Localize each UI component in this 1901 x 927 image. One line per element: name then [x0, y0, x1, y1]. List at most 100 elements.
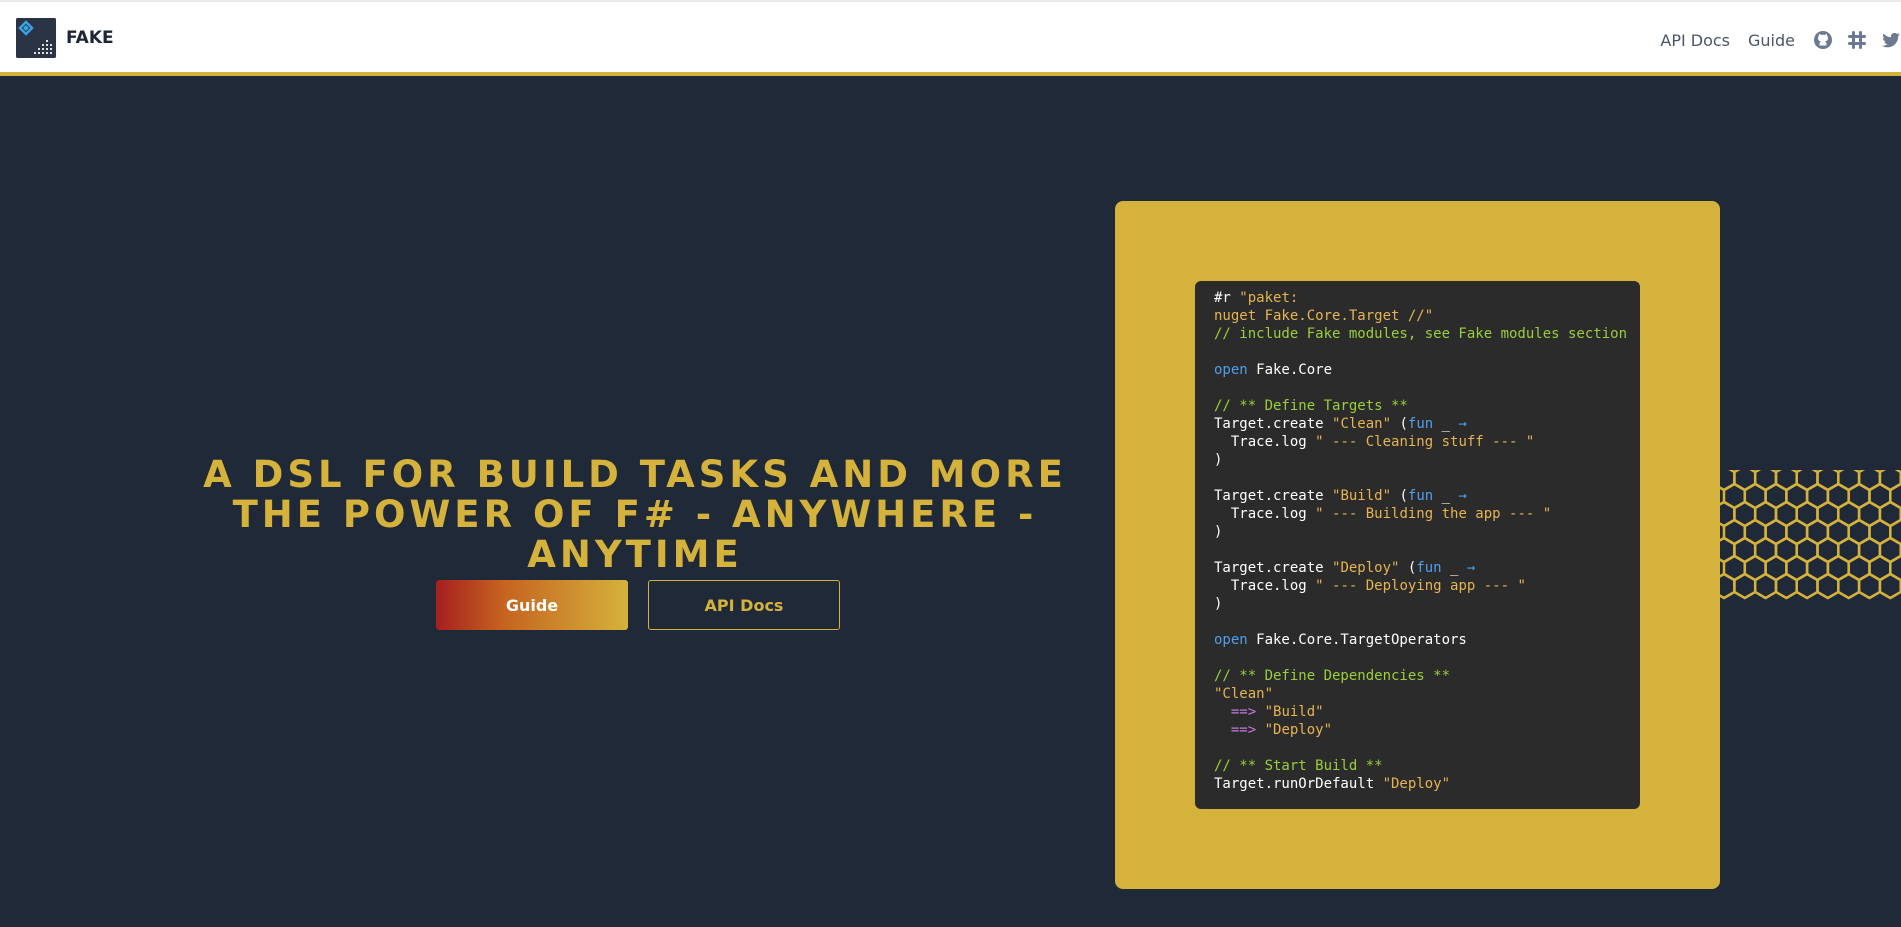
code-token: →: [1458, 416, 1467, 432]
nav-api-docs-link[interactable]: API Docs: [1660, 31, 1730, 50]
code-line: Trace.log " --- Building the app --- ": [1214, 505, 1640, 523]
hero-title-line-2: THE POWER OF F# - ANYWHERE - ANYTIME: [232, 493, 1038, 576]
code-token: // ** Start Build **: [1214, 758, 1383, 774]
slack-icon[interactable]: [1847, 30, 1867, 50]
code-token: Target.create: [1214, 416, 1333, 432]
code-token: open: [1214, 632, 1248, 648]
code-token: Fake.Core: [1247, 362, 1333, 378]
code-token: fun: [1407, 416, 1434, 432]
honeycomb-cell: [1753, 572, 1778, 600]
code-token: _: [1441, 560, 1467, 576]
code-line: Target.create "Deploy" (fun _ →: [1214, 559, 1640, 577]
code-token: _: [1433, 416, 1459, 432]
code-token: // ** Define Targets **: [1214, 398, 1408, 414]
code-token: #r: [1214, 290, 1240, 306]
guide-button[interactable]: Guide: [436, 580, 628, 630]
code-token: "Build": [1332, 488, 1392, 504]
code-token: fun: [1407, 488, 1434, 504]
code-line: Target.create "Clean" (fun _ →: [1214, 415, 1640, 433]
code-line: Trace.log " --- Cleaning stuff --- ": [1214, 433, 1640, 451]
code-token: " --- Building the app --- ": [1315, 506, 1552, 522]
code-token: Fake.Core.TargetOperators: [1247, 632, 1467, 648]
code-line: ): [1214, 523, 1640, 541]
code-token: Trace.log: [1214, 578, 1316, 594]
code-token: fun: [1416, 560, 1442, 576]
brand-link[interactable]: FAKE: [16, 18, 114, 58]
code-token: "Deploy": [1332, 560, 1400, 576]
code-token: Trace.log: [1214, 434, 1316, 450]
code-token: " --- Deploying app --- ": [1315, 578, 1526, 594]
fake-logo-icon: [16, 18, 56, 58]
code-token: "Clean": [1332, 416, 1392, 432]
code-token: "Build": [1264, 704, 1324, 720]
code-token: Target.create: [1214, 560, 1333, 576]
honeycomb-cell: [1816, 572, 1840, 600]
code-line: "Clean": [1214, 685, 1640, 703]
code-token: "Clean": [1214, 686, 1274, 702]
code-token: // ** Define Dependencies **: [1214, 668, 1451, 684]
honeycomb-cell: [1795, 572, 1819, 600]
code-line: ==> "Deploy": [1214, 721, 1640, 739]
honeycomb-cell: [1712, 572, 1736, 600]
honeycomb-cell: [1878, 572, 1901, 600]
code-line: Target.runOrDefault "Deploy": [1214, 775, 1640, 793]
code-token: (: [1399, 560, 1417, 576]
code-token: // include Fake modules, see Fake module…: [1214, 326, 1628, 342]
code-token: (: [1391, 488, 1408, 504]
code-line: ==> "Build": [1214, 703, 1640, 721]
github-icon[interactable]: [1813, 30, 1833, 50]
code-line: Target.create "Build" (fun _ →: [1214, 487, 1640, 505]
api-docs-button[interactable]: API Docs: [648, 580, 840, 630]
code-token: ): [1214, 452, 1223, 468]
hero-title-line-1: A DSL FOR BUILD TASKS AND MORE: [203, 453, 1067, 496]
code-token: _: [1433, 488, 1459, 504]
code-token: ==>: [1230, 722, 1257, 738]
code-line: // ** Define Targets **: [1214, 397, 1640, 415]
code-token: ): [1214, 596, 1223, 612]
code-token: "paket:: [1239, 290, 1299, 306]
code-token: (: [1391, 416, 1408, 432]
code-line: // ** Define Dependencies **: [1214, 667, 1640, 685]
nav-guide-link[interactable]: Guide: [1748, 31, 1795, 50]
honeycomb-cell: [1857, 572, 1882, 600]
code-token: Target.runOrDefault: [1214, 776, 1383, 792]
code-line: Trace.log " --- Deploying app --- ": [1214, 577, 1640, 595]
code-token: " --- Cleaning stuff --- ": [1315, 434, 1535, 450]
code-line: #r "paket:: [1214, 289, 1640, 307]
top-navbar: FAKE API Docs Guide: [0, 0, 1901, 76]
nav-links: API Docs Guide: [1660, 28, 1901, 52]
code-line: nuget Fake.Core.Target //": [1214, 307, 1640, 325]
code-token: "Deploy": [1264, 722, 1333, 738]
code-sample: #r "paket: nuget Fake.Core.Target //"// i…: [1195, 281, 1640, 809]
twitter-icon[interactable]: [1881, 30, 1901, 50]
code-line: open Fake.Core.TargetOperators: [1214, 631, 1640, 649]
code-token: Target.create: [1214, 488, 1333, 504]
honeycomb-cell: [1837, 572, 1861, 600]
brand-name[interactable]: FAKE: [66, 28, 114, 48]
code-line: // include Fake modules, see Fake module…: [1214, 325, 1640, 343]
code-token: Trace.log: [1214, 506, 1316, 522]
code-token: nuget Fake.Core.Target //": [1214, 308, 1434, 324]
code-token: "Deploy": [1382, 776, 1451, 792]
code-token: ): [1214, 524, 1223, 540]
code-line: ): [1214, 595, 1640, 613]
hero-title: A DSL FOR BUILD TASKS AND MORE THE POWER…: [170, 455, 1100, 575]
code-line: open Fake.Core: [1214, 361, 1640, 379]
honeycomb-cell: [1733, 572, 1757, 600]
code-line: // ** Start Build **: [1214, 757, 1640, 775]
code-line: ): [1214, 451, 1640, 469]
honeycomb-pattern-icon: [1712, 464, 1901, 620]
code-token: →: [1466, 560, 1476, 576]
code-token: →: [1458, 488, 1467, 504]
